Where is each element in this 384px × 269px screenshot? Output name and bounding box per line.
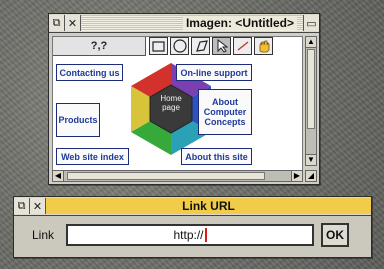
pointer-tool-icon[interactable] [212,37,231,55]
link-about-this-site[interactable]: About this site [181,148,252,165]
line-tool-icon[interactable] [233,37,252,55]
link-web-site-index[interactable]: Web site index [56,148,129,165]
imagen-titlebar[interactable]: ⧉ ✕ Imagen: <Untitled> ▭ [49,14,319,33]
ellipse-tool-icon[interactable] [170,37,189,55]
link-contacting-us[interactable]: Contacting us [56,64,123,81]
horizontal-scrollbar[interactable]: ◀ ▶ [52,170,303,182]
back-icon[interactable]: ⧉ [49,15,65,31]
dialog-title: Link URL [182,199,235,213]
polygon-tool-icon[interactable] [191,37,210,55]
hand-tool-icon[interactable] [254,37,273,55]
link-label: Link [32,228,55,242]
scroll-right-icon[interactable]: ▶ [291,171,302,181]
pointer-coordinates: ?,? [53,37,146,56]
vertical-scrollbar[interactable]: ▲ ▼ [305,36,317,166]
imagen-canvas[interactable]: ?,? Home page Contacting us On-line supp… [52,36,303,180]
horizontal-scroll-thumb[interactable] [67,172,265,180]
dialog-back-icon[interactable]: ⧉ [14,198,30,214]
home-page-label: Home page [160,94,182,112]
dialog-close-icon[interactable]: ✕ [30,198,46,214]
toggle-size-icon[interactable]: ▭ [303,15,319,31]
link-online-support[interactable]: On-line support [176,64,252,81]
link-url-value: http:// [173,228,204,242]
link-url-input[interactable]: http:// [66,224,314,246]
scroll-left-icon[interactable]: ◀ [53,171,64,181]
scroll-down-icon[interactable]: ▼ [306,154,316,165]
text-caret [204,228,207,242]
vertical-scroll-thumb[interactable] [307,49,315,129]
close-icon[interactable]: ✕ [65,15,81,31]
rectangle-tool-icon[interactable] [149,37,168,55]
scroll-up-icon[interactable]: ▲ [306,37,316,48]
ok-button[interactable]: OK [321,223,349,247]
link-products[interactable]: Products [56,103,100,137]
dialog-body: Link http:// OK [14,216,371,257]
link-url-titlebar[interactable]: ⧉ ✕ Link URL [14,197,371,216]
link-url-dialog: ⧉ ✕ Link URL Link http:// OK [13,196,372,258]
link-about-computer-concepts[interactable]: About Computer Concepts [198,89,252,135]
resize-icon[interactable]: ◢ [305,170,317,182]
window-title: Imagen: <Untitled> [182,16,297,30]
imagen-window: ⧉ ✕ Imagen: <Untitled> ▭ ?,? Home page C… [48,13,320,185]
